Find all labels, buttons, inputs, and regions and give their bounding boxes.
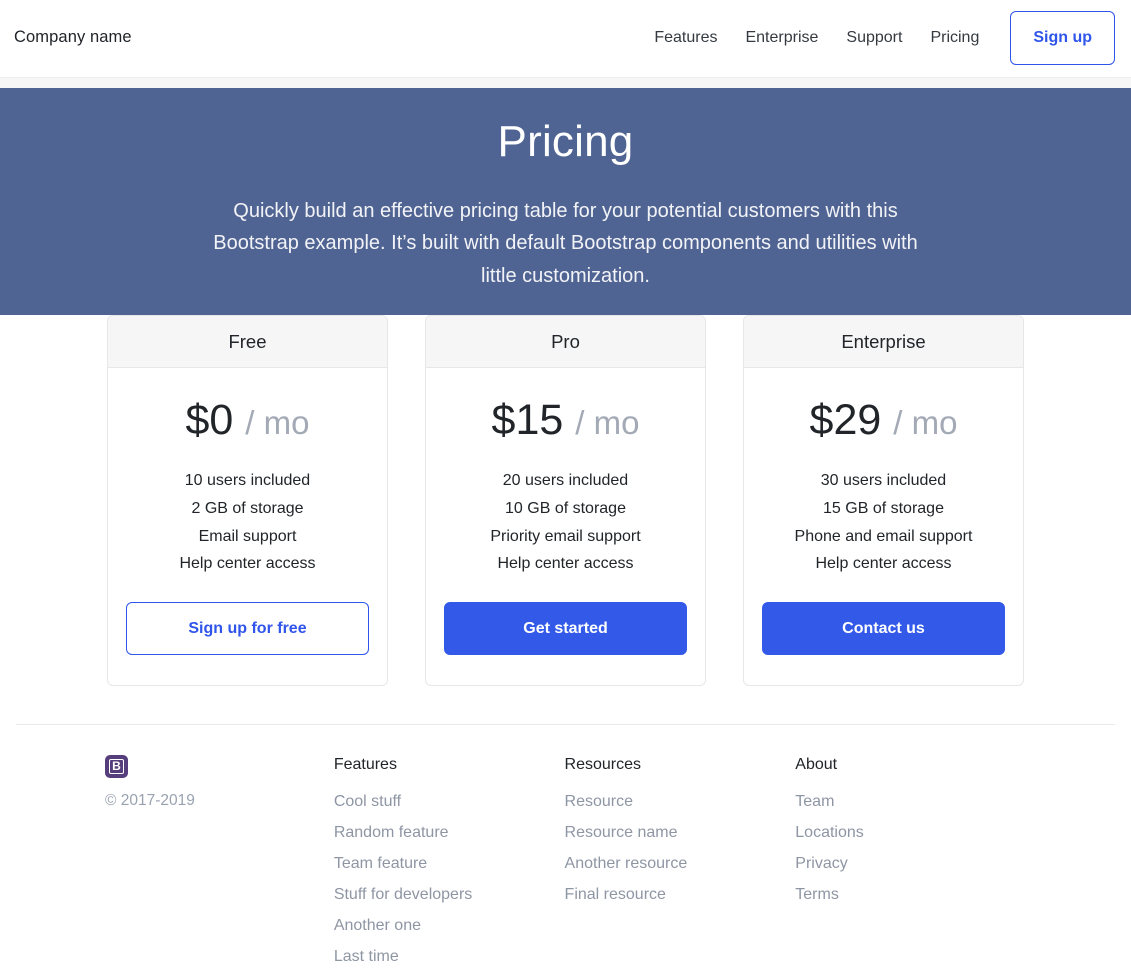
footer-column-resources: Resources Resource Resource name Another… bbox=[565, 755, 796, 913]
feature-item: 10 GB of storage bbox=[505, 500, 626, 517]
card-header: Free bbox=[108, 316, 387, 369]
footer-column-title: Features bbox=[333, 755, 397, 773]
price-amount: $15 bbox=[491, 396, 564, 445]
feature-item: 10 users included bbox=[184, 472, 311, 490]
feature-item: 20 users included bbox=[502, 472, 629, 490]
nav-item-pricing[interactable]: Pricing bbox=[916, 28, 993, 47]
footer-column-features: Features Cool stuff Random feature Team … bbox=[334, 755, 565, 975]
feature-item: Phone and email support bbox=[794, 527, 973, 545]
footer-link[interactable]: Resource name bbox=[565, 824, 678, 841]
plan-price: $15 / mo bbox=[444, 396, 687, 445]
footer-link[interactable]: Locations bbox=[795, 824, 864, 841]
plan-name: Pro bbox=[551, 331, 580, 352]
footer-list-item: Another one bbox=[334, 912, 565, 939]
nav-item-features[interactable]: Features bbox=[640, 28, 731, 47]
footer-list-item: Cool stuff bbox=[334, 788, 565, 815]
card-body: $0 / mo 10 users included 2 GB of storag… bbox=[108, 368, 387, 685]
plan-cta-button[interactable]: Sign up for free bbox=[126, 601, 369, 655]
footer-link[interactable]: Privacy bbox=[795, 855, 847, 872]
footer-column-title: Resources bbox=[564, 755, 642, 773]
main-nav: Features Enterprise Support Pricing Sign… bbox=[640, 11, 1115, 65]
footer-link[interactable]: Cool stuff bbox=[334, 793, 401, 810]
price-amount: $29 bbox=[809, 396, 882, 445]
copyright-text: © 2017-2019 bbox=[105, 791, 195, 809]
plan-features: 30 users included 15 GB of storage Phone… bbox=[762, 467, 1005, 577]
card-body: $29 / mo 30 users included 15 GB of stor… bbox=[744, 368, 1023, 685]
site-header: Company name Features Enterprise Support… bbox=[0, 0, 1131, 77]
footer-list-item: Team feature bbox=[334, 850, 565, 877]
footer-list-item: Terms bbox=[795, 881, 1026, 908]
footer-list-item: Random feature bbox=[334, 819, 565, 846]
feature-item: Priority email support bbox=[490, 527, 641, 545]
feature-item: Help center access bbox=[815, 555, 952, 573]
card-body: $15 / mo 20 users included 10 GB of stor… bbox=[426, 368, 705, 685]
footer-link[interactable]: Final resource bbox=[565, 886, 666, 903]
hero-subtitle: Quickly build an effective pricing table… bbox=[213, 199, 918, 287]
plan-name: Free bbox=[228, 331, 267, 352]
footer-link[interactable]: Resource bbox=[565, 793, 633, 810]
bootstrap-logo-icon: B bbox=[105, 754, 128, 778]
price-amount: $0 bbox=[185, 396, 234, 445]
brand-name[interactable]: Company name bbox=[14, 28, 132, 48]
feature-item: Email support bbox=[198, 527, 297, 545]
footer-list-item: Resource bbox=[565, 788, 796, 815]
footer-list-item: Resource name bbox=[565, 819, 796, 846]
site-footer: B © 2017-2019 Features Cool stuff Random… bbox=[16, 723, 1115, 975]
footer-link[interactable]: Another one bbox=[334, 917, 421, 934]
sign-up-button[interactable]: Sign up bbox=[1010, 11, 1115, 65]
plan-name: Enterprise bbox=[841, 331, 926, 352]
price-period: / mo bbox=[893, 404, 958, 442]
price-period: / mo bbox=[245, 404, 310, 442]
card-header: Pro bbox=[426, 316, 705, 369]
pricing-cards: Free $0 / mo 10 users included 2 GB of s… bbox=[0, 315, 1131, 686]
footer-link[interactable]: Another resource bbox=[565, 855, 688, 872]
footer-link[interactable]: Team bbox=[795, 793, 834, 810]
logo-letter: B bbox=[109, 758, 124, 774]
footer-column-title: About bbox=[795, 755, 838, 773]
footer-link[interactable]: Random feature bbox=[334, 824, 449, 841]
hero-section: Pricing Quickly build an effective prici… bbox=[0, 88, 1131, 315]
header-divider bbox=[0, 77, 1131, 88]
nav-item-enterprise[interactable]: Enterprise bbox=[731, 28, 832, 47]
plan-price: $0 / mo bbox=[126, 396, 369, 445]
plan-features: 10 users included 2 GB of storage Email … bbox=[126, 467, 369, 577]
price-period: / mo bbox=[575, 404, 640, 442]
footer-list-item: Team bbox=[795, 788, 1026, 815]
footer-list-item: Last time bbox=[334, 943, 565, 970]
feature-item: Help center access bbox=[179, 555, 316, 573]
feature-item: 30 users included bbox=[820, 472, 947, 490]
pricing-card-free: Free $0 / mo 10 users included 2 GB of s… bbox=[107, 315, 388, 686]
plan-cta-button[interactable]: Get started bbox=[444, 601, 687, 655]
footer-list-item: Another resource bbox=[565, 850, 796, 877]
footer-link-list: Resource Resource name Another resource … bbox=[565, 788, 796, 909]
footer-link[interactable]: Stuff for developers bbox=[334, 886, 472, 903]
page-title: Pricing bbox=[497, 117, 634, 166]
plan-features: 20 users included 10 GB of storage Prior… bbox=[444, 467, 687, 577]
feature-item: 2 GB of storage bbox=[191, 500, 304, 517]
footer-list-item: Final resource bbox=[565, 881, 796, 908]
footer-link[interactable]: Terms bbox=[795, 886, 839, 903]
footer-list-item: Locations bbox=[795, 819, 1026, 846]
pricing-card-pro: Pro $15 / mo 20 users included 10 GB of … bbox=[425, 315, 706, 686]
nav-item-support[interactable]: Support bbox=[832, 28, 916, 47]
footer-list-item: Privacy bbox=[795, 850, 1026, 877]
feature-item: 15 GB of storage bbox=[823, 500, 944, 517]
pricing-card-enterprise: Enterprise $29 / mo 30 users included 15… bbox=[743, 315, 1024, 686]
footer-column-about: About Team Locations Privacy Terms bbox=[795, 755, 1026, 913]
card-header: Enterprise bbox=[744, 316, 1023, 369]
plan-price: $29 / mo bbox=[762, 396, 1005, 445]
pricing-page: Company name Features Enterprise Support… bbox=[0, 0, 1131, 975]
footer-link-list: Cool stuff Random feature Team feature S… bbox=[334, 788, 565, 971]
footer-link[interactable]: Team feature bbox=[334, 855, 427, 872]
feature-item: Help center access bbox=[497, 555, 634, 573]
footer-link-list: Team Locations Privacy Terms bbox=[795, 788, 1026, 909]
plan-cta-button[interactable]: Contact us bbox=[762, 601, 1005, 655]
footer-brand: B © 2017-2019 bbox=[105, 754, 334, 812]
footer-link[interactable]: Last time bbox=[334, 948, 399, 965]
footer-list-item: Stuff for developers bbox=[334, 881, 565, 908]
